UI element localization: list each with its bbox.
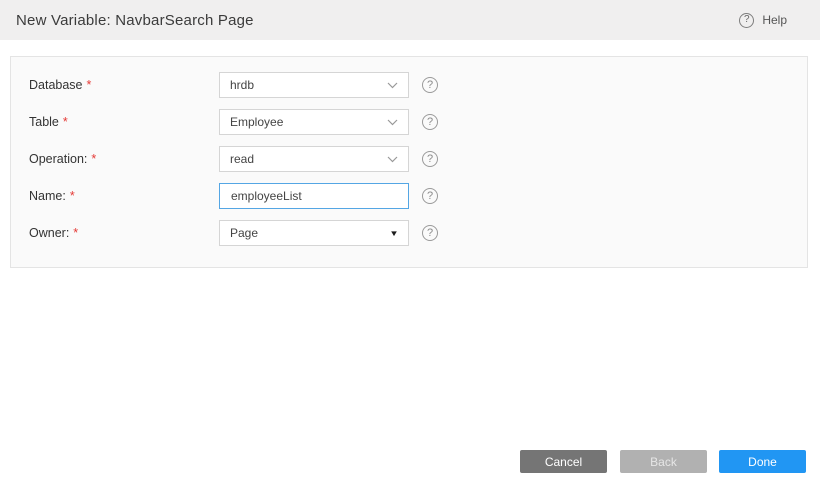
database-dropdown[interactable]: hrdb xyxy=(219,72,409,98)
field-row-operation: Operation: * read ? xyxy=(29,146,438,172)
chevron-down-icon xyxy=(387,119,398,126)
help-link[interactable]: ? Help xyxy=(739,13,787,28)
chevron-down-icon xyxy=(387,156,398,163)
database-help-icon[interactable]: ? xyxy=(422,77,438,93)
back-button[interactable]: Back xyxy=(620,450,707,473)
owner-label: Owner: * xyxy=(29,226,219,240)
dialog-header: New Variable: NavbarSearch Page ? Help xyxy=(0,0,820,40)
done-button[interactable]: Done xyxy=(719,450,806,473)
help-label: Help xyxy=(762,13,787,27)
operation-help-icon[interactable]: ? xyxy=(422,151,438,167)
field-row-table: Table * Employee ? xyxy=(29,109,438,135)
required-asterisk: * xyxy=(91,152,96,166)
operation-dropdown-value: read xyxy=(230,152,254,166)
database-label: Database * xyxy=(29,78,219,92)
name-help-icon[interactable]: ? xyxy=(422,188,438,204)
table-dropdown-value: Employee xyxy=(230,115,283,129)
select-caret-icon: ▼ xyxy=(389,229,399,238)
owner-label-text: Owner: xyxy=(29,226,69,240)
required-asterisk: * xyxy=(73,226,78,240)
table-label: Table * xyxy=(29,115,219,129)
owner-select[interactable]: Page ▼ xyxy=(219,220,409,246)
table-label-text: Table xyxy=(29,115,59,129)
page-title: New Variable: NavbarSearch Page xyxy=(16,12,254,29)
form-panel: Database * hrdb ? Table * Employee ? Opera… xyxy=(10,56,808,268)
database-label-text: Database xyxy=(29,78,83,92)
operation-label: Operation: * xyxy=(29,152,219,166)
name-label: Name: * xyxy=(29,189,219,203)
field-row-database: Database * hrdb ? xyxy=(29,72,438,98)
owner-help-icon[interactable]: ? xyxy=(422,225,438,241)
database-dropdown-value: hrdb xyxy=(230,78,254,92)
field-row-name: Name: * ? xyxy=(29,183,438,209)
operation-label-text: Operation: xyxy=(29,152,87,166)
operation-dropdown[interactable]: read xyxy=(219,146,409,172)
name-input[interactable] xyxy=(219,183,409,209)
table-dropdown[interactable]: Employee xyxy=(219,109,409,135)
chevron-down-icon xyxy=(387,82,398,89)
required-asterisk: * xyxy=(87,78,92,92)
required-asterisk: * xyxy=(70,189,75,203)
cancel-button[interactable]: Cancel xyxy=(520,450,607,473)
name-label-text: Name: xyxy=(29,189,66,203)
owner-select-value: Page xyxy=(230,226,258,240)
help-icon: ? xyxy=(739,13,754,28)
field-row-owner: Owner: * Page ▼ ? xyxy=(29,220,438,246)
required-asterisk: * xyxy=(63,115,68,129)
table-help-icon[interactable]: ? xyxy=(422,114,438,130)
